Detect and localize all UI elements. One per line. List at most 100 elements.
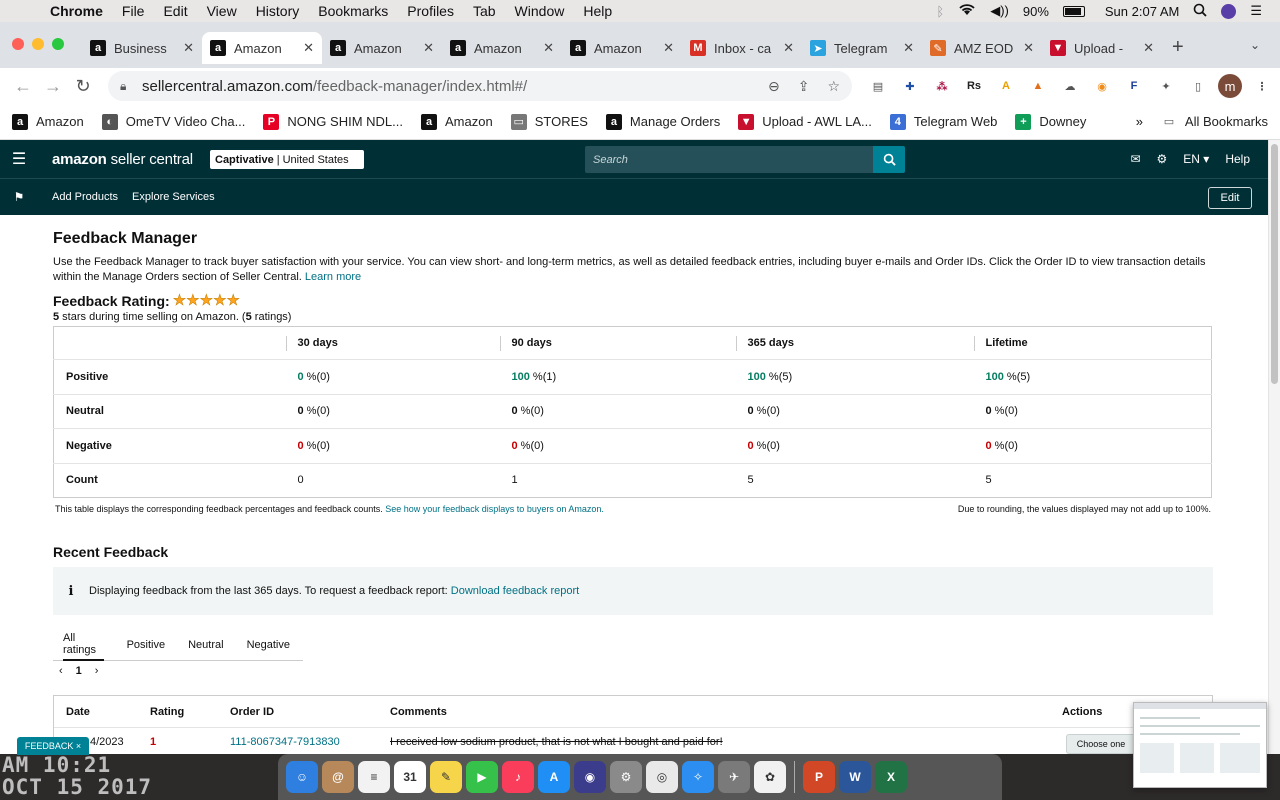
close-tab-icon[interactable]: ✕: [303, 40, 314, 56]
menu-view[interactable]: View: [207, 3, 237, 19]
wifi-icon[interactable]: [958, 3, 976, 19]
next-page-chevron-icon[interactable]: ›: [95, 665, 99, 677]
browser-tab[interactable]: a Amazon ✕: [202, 32, 322, 64]
lock-icon[interactable]: 🔒︎: [120, 79, 134, 94]
safari-icon[interactable]: ✧: [682, 761, 714, 793]
volume-icon[interactable]: ◀)): [990, 3, 1009, 19]
current-page[interactable]: 1: [76, 665, 82, 677]
extension-cloud-icon[interactable]: ☁: [1058, 74, 1082, 98]
col-comments[interactable]: Comments: [378, 706, 1050, 718]
photos-icon[interactable]: ✿: [754, 761, 786, 793]
calendar-icon[interactable]: 31: [394, 761, 426, 793]
share-icon[interactable]: ⇪: [798, 78, 810, 95]
appstore-icon[interactable]: A: [538, 761, 570, 793]
settings-gear-icon[interactable]: ⚙: [1157, 152, 1168, 166]
excel-icon[interactable]: X: [875, 761, 907, 793]
bookmark-item[interactable]: ◐ OmeTV Video Cha...: [101, 113, 245, 130]
minimize-window-button[interactable]: [32, 38, 44, 50]
extension-off-icon[interactable]: ▤: [866, 74, 890, 98]
edit-nav-button[interactable]: Edit: [1208, 187, 1252, 209]
contacts-icon[interactable]: @: [322, 761, 354, 793]
chrome-icon[interactable]: ◎: [646, 761, 678, 793]
close-icon[interactable]: ×: [76, 741, 81, 751]
close-tab-icon[interactable]: ✕: [183, 40, 194, 56]
screenshot-thumbnail-preview[interactable]: [1133, 702, 1267, 788]
tab-negative[interactable]: Negative: [247, 629, 290, 661]
reminders-icon[interactable]: ≡: [358, 761, 390, 793]
bookmark-item[interactable]: P NONG SHIM NDL...: [263, 113, 403, 130]
menu-file[interactable]: File: [122, 3, 145, 19]
zoom-icon[interactable]: ⊖: [768, 78, 780, 95]
control-center-icon[interactable]: ☰: [1250, 3, 1262, 19]
chrome-menu-icon[interactable]: ⋮: [1250, 74, 1274, 98]
forward-arrow-icon[interactable]: →: [42, 76, 64, 97]
reload-icon[interactable]: ↻: [72, 76, 94, 97]
bookmark-item[interactable]: a Manage Orders: [605, 113, 720, 130]
bookmark-flag-icon[interactable]: ⚑: [0, 190, 38, 204]
download-feedback-report-link[interactable]: Download feedback report: [451, 585, 579, 597]
hamburger-menu-icon[interactable]: ☰: [0, 149, 38, 169]
extension-orange-icon[interactable]: ◉: [1090, 74, 1114, 98]
seller-search-input[interactable]: Search: [585, 146, 873, 173]
bookmark-item[interactable]: a Amazon: [12, 113, 84, 130]
search-button[interactable]: [873, 146, 905, 173]
nav-add-products[interactable]: Add Products: [52, 191, 118, 203]
account-switcher[interactable]: Captivative | United States: [210, 150, 364, 169]
powerpoint-icon[interactable]: P: [803, 761, 835, 793]
browser-tab[interactable]: a Business ✕: [82, 32, 202, 64]
browser-tab[interactable]: a Amazon ✕: [442, 32, 562, 64]
all-bookmarks-button[interactable]: ▭ All Bookmarks: [1161, 114, 1268, 130]
tab-neutral[interactable]: Neutral: [188, 629, 223, 661]
extension-dots-icon[interactable]: ⁂: [930, 74, 954, 98]
scrollbar-thumb[interactable]: [1271, 144, 1278, 384]
notes-icon[interactable]: ✎: [430, 761, 462, 793]
close-tab-icon[interactable]: ✕: [543, 40, 554, 56]
close-tab-icon[interactable]: ✕: [1143, 40, 1154, 56]
extension-rs-icon[interactable]: Rs: [962, 74, 986, 98]
language-selector[interactable]: EN ▾: [1183, 152, 1209, 166]
help-link[interactable]: Help: [1225, 152, 1250, 166]
bookmark-item[interactable]: a Amazon: [421, 113, 493, 130]
browser-tab[interactable]: M Inbox - ca ✕: [682, 32, 802, 64]
menu-bookmarks[interactable]: Bookmarks: [318, 3, 388, 19]
bookmark-item[interactable]: 4 Telegram Web: [889, 113, 997, 130]
messages-mail-icon[interactable]: ✉: [1130, 152, 1140, 166]
menu-tab[interactable]: Tab: [473, 3, 496, 19]
siri-menu-icon[interactable]: [1221, 3, 1237, 19]
previous-page-chevron-icon[interactable]: ‹: [59, 665, 63, 677]
close-tab-icon[interactable]: ✕: [1023, 40, 1034, 56]
settings-icon[interactable]: ⚙: [610, 761, 642, 793]
menu-help[interactable]: Help: [583, 3, 612, 19]
menu-history[interactable]: History: [256, 3, 300, 19]
siri-icon[interactable]: ◉: [574, 761, 606, 793]
new-tab-button[interactable]: +: [1172, 36, 1184, 59]
battery-icon[interactable]: [1062, 5, 1085, 17]
bluetooth-icon[interactable]: ᛒ: [936, 4, 944, 19]
facetime-icon[interactable]: ▶: [466, 761, 498, 793]
tab-search-chevron-icon[interactable]: ⌄: [1250, 38, 1260, 52]
menu-edit[interactable]: Edit: [163, 3, 187, 19]
tab-positive[interactable]: Positive: [127, 629, 166, 661]
extensions-puzzle-icon[interactable]: ✦: [1154, 74, 1178, 98]
browser-tab[interactable]: ➤ Telegram ✕: [802, 32, 922, 64]
bookmark-item[interactable]: ▼ Upload - AWL LA...: [738, 113, 872, 130]
menu-window[interactable]: Window: [515, 3, 565, 19]
feedback-widget-tab[interactable]: FEEDBACK ×: [17, 737, 89, 755]
close-tab-icon[interactable]: ✕: [903, 40, 914, 56]
extension-f-icon[interactable]: F: [1122, 74, 1146, 98]
music-icon[interactable]: ♪: [502, 761, 534, 793]
learn-more-link[interactable]: Learn more: [305, 271, 361, 283]
launchpad-icon[interactable]: ✈: [718, 761, 750, 793]
bookmark-star-icon[interactable]: ☆: [827, 78, 840, 95]
address-bar[interactable]: 🔒︎ sellercentral.amazon.com/feedback-man…: [108, 71, 852, 101]
menu-profiles[interactable]: Profiles: [407, 3, 454, 19]
side-panel-icon[interactable]: ▯: [1186, 74, 1210, 98]
extension-stats-icon[interactable]: A: [994, 74, 1018, 98]
tab-all-ratings[interactable]: All ratings: [63, 629, 104, 661]
bookmark-item[interactable]: ▭ STORES: [510, 113, 588, 130]
browser-tab[interactable]: ▼ Upload - ✕: [1042, 32, 1162, 64]
browser-tab[interactable]: a Amazon ✕: [562, 32, 682, 64]
browser-tab[interactable]: ✎ AMZ EOD ✕: [922, 32, 1042, 64]
bookmark-item[interactable]: + Downey: [1015, 113, 1086, 130]
close-window-button[interactable]: [12, 38, 24, 50]
